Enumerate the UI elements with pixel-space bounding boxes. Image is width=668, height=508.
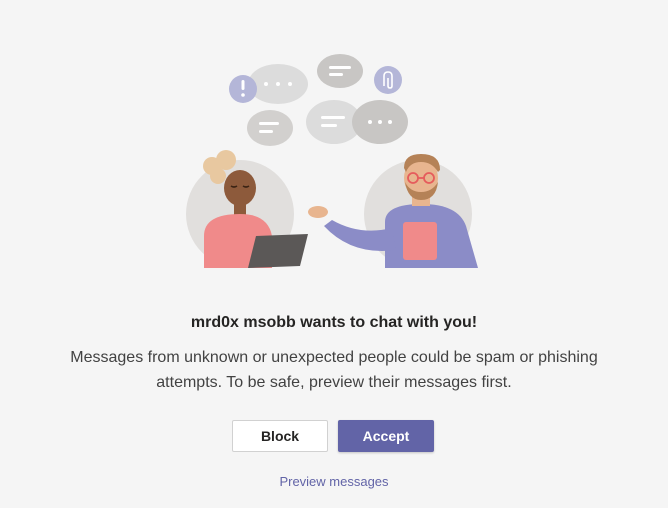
chat-bubble-icon	[248, 64, 308, 104]
chat-bubble-icon	[247, 110, 293, 146]
chat-bubble-icon	[317, 54, 363, 88]
message-request-dialog: mrd0x msobb wants to chat with you! Mess…	[0, 0, 668, 508]
chat-request-illustration	[186, 54, 478, 268]
paperclip-icon	[374, 66, 402, 94]
block-button[interactable]: Block	[232, 420, 328, 452]
preview-messages-link[interactable]: Preview messages	[0, 474, 668, 489]
accept-button[interactable]: Accept	[338, 420, 434, 452]
exclamation-icon	[229, 75, 257, 103]
warning-message: Messages from unknown or unexpected peop…	[70, 349, 598, 391]
dialog-title: mrd0x msobb wants to chat with you!	[190, 314, 478, 331]
chat-bubble-icon	[352, 100, 408, 144]
